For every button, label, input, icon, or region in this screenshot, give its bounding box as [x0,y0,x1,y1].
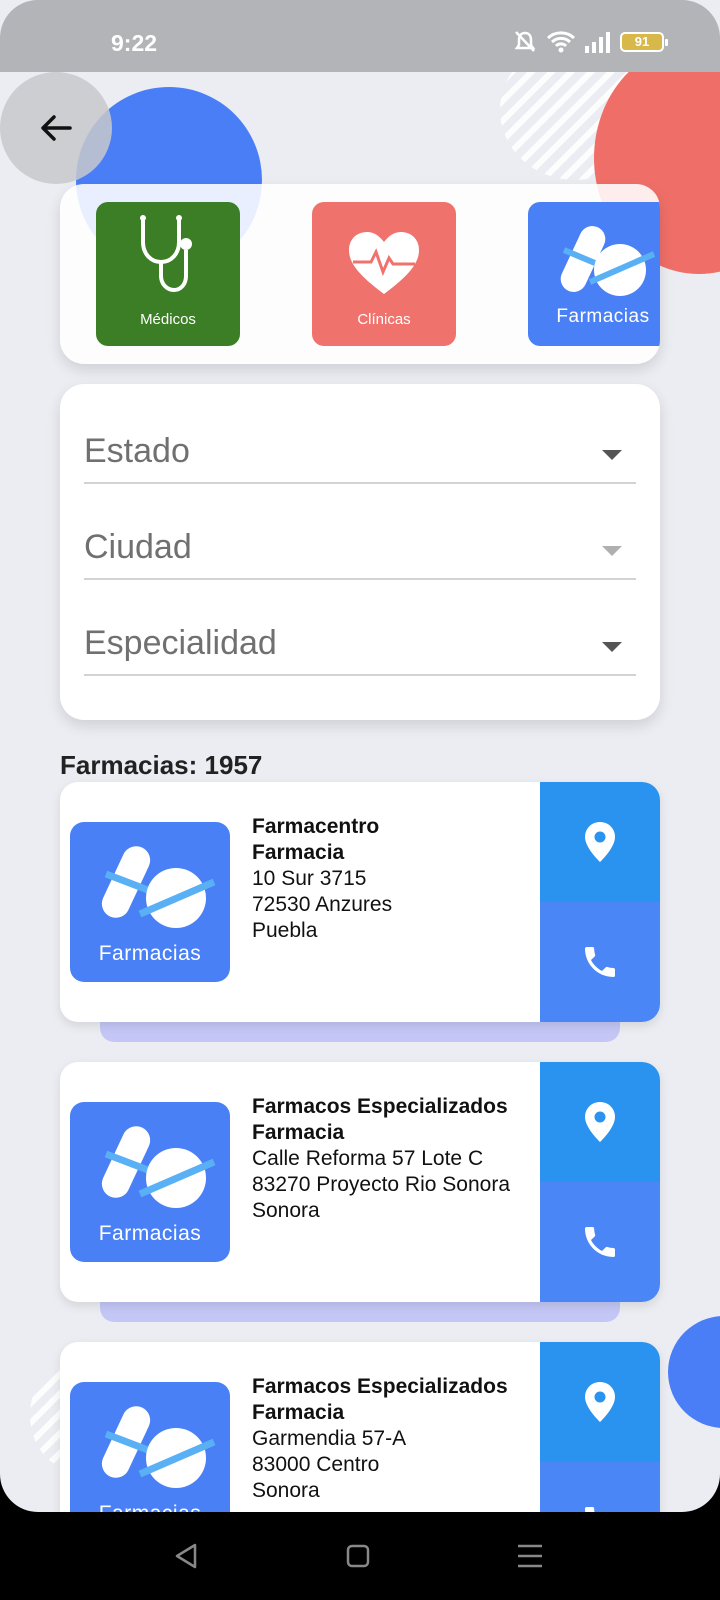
mute-icon [514,31,536,52]
category-selector: Médicos Clínicas Farmacias [60,184,660,364]
pharmacy-logo: Farmacias [70,1102,230,1262]
result-card-body[interactable]: Farmacias Farmacos Especializados Farmac… [60,1062,660,1302]
nav-menu-button[interactable] [510,1536,550,1576]
square-home-icon [346,1544,370,1568]
category-label: Clínicas [357,311,411,328]
map-button[interactable] [540,1342,660,1462]
call-button[interactable] [540,1462,660,1512]
results-count: Farmacias: 1957 [60,750,263,780]
back-button[interactable] [0,72,112,184]
phone-icon [585,947,615,977]
estado-label: Estado [84,432,190,470]
result-card-body[interactable]: Farmacias Farmacentro Farmacia 10 Sur 37… [60,782,660,1022]
estado-dropdown[interactable]: Estado [84,424,636,484]
pharmacy-type: Farmacia [252,1401,345,1424]
wifi-icon [546,31,576,53]
arrow-left-icon [41,115,72,141]
result-card-body[interactable]: Farmacias Farmacos Especializados Farmac… [60,1342,660,1512]
system-nav-bar [0,1512,720,1600]
map-button[interactable] [540,1062,660,1182]
triangle-back-icon [175,1543,197,1569]
pills-icon [560,226,656,296]
pharmacy-address: Garmendia 57-A [252,1427,407,1450]
signal-icon [585,32,610,53]
pills-icon [101,846,216,928]
result-card: Farmacias Farmacos Especializados Farmac… [60,1342,660,1512]
status-icons: 91 [512,30,668,54]
pharmacy-state: Puebla [252,919,318,942]
especialidad-dropdown[interactable]: Especialidad [84,616,636,676]
ciudad-label: Ciudad [84,528,192,566]
card-details: Farmacentro Farmacia 10 Sur 3715 72530 A… [252,814,542,944]
category-medicos[interactable]: Médicos [96,202,240,346]
category-farmacias[interactable]: Farmacias [528,202,660,346]
phone-icon [585,1227,615,1257]
category-label: Médicos [140,311,196,328]
filter-panel: Estado Ciudad Especialidad [60,384,660,720]
category-label: Farmacias [556,306,650,327]
status-bar: 9:22 91 [0,0,720,72]
heart-pulse-icon [349,232,419,294]
result-card: Farmacias Farmacentro Farmacia 10 Sur 37… [60,782,660,1046]
especialidad-label: Especialidad [84,624,277,662]
pharmacy-zip-area: 72530 Anzures [252,893,393,916]
decorative-blue-circle-bottom [668,1316,720,1428]
call-button[interactable] [540,1182,660,1302]
call-button[interactable] [540,902,660,1022]
category-clinicas[interactable]: Clínicas [312,202,456,346]
nav-back-button[interactable] [166,1536,206,1576]
caret-down-icon [602,450,622,460]
pharmacy-name: Farmacos Especializados [252,1375,508,1398]
pills-icon [101,1126,216,1208]
location-pin-icon [585,822,615,862]
logo-label: Farmacias [98,1222,202,1245]
caret-down-icon [602,642,622,652]
pharmacy-zip-area: 83000 Centro [252,1453,380,1476]
pharmacy-address: Calle Reforma 57 Lote C [252,1147,484,1170]
pills-icon [101,1406,216,1488]
logo-label: Farmacias [98,942,202,965]
pharmacy-name: Farmacos Especializados [252,1095,508,1118]
screen: 9:22 91 Médicos Clínicas Farmacias Estad… [0,0,720,1512]
logo-label: Farmacias [70,1502,230,1512]
stethoscope-icon [140,215,192,293]
card-details: Farmacos Especializados Farmacia Calle R… [252,1094,542,1224]
pharmacy-zip-area: 83270 Proyecto Rio Sonora [252,1173,510,1196]
pharmacy-state: Sonora [252,1479,320,1502]
location-pin-icon [585,1102,615,1142]
pharmacy-type: Farmacia [252,841,345,864]
menu-lines-icon [518,1544,542,1568]
status-time: 9:22 [111,30,158,56]
pharmacy-address: 10 Sur 3715 [252,867,367,890]
pharmacy-name: Farmacentro [252,815,380,838]
pharmacy-type: Farmacia [252,1121,345,1144]
ciudad-dropdown[interactable]: Ciudad [84,520,636,580]
location-pin-icon [585,1382,615,1422]
card-details: Farmacos Especializados Farmacia Garmend… [252,1374,542,1504]
result-card: Farmacias Farmacos Especializados Farmac… [60,1062,660,1326]
pharmacy-logo: Farmacias [70,1382,230,1512]
phone-icon [585,1507,595,1512]
battery-indicator: 91 [620,32,668,52]
nav-home-button[interactable] [338,1536,378,1576]
pharmacy-state: Sonora [252,1199,320,1222]
pharmacy-logo: Farmacias [70,822,230,982]
map-button[interactable] [540,782,660,902]
caret-down-icon [602,546,622,556]
